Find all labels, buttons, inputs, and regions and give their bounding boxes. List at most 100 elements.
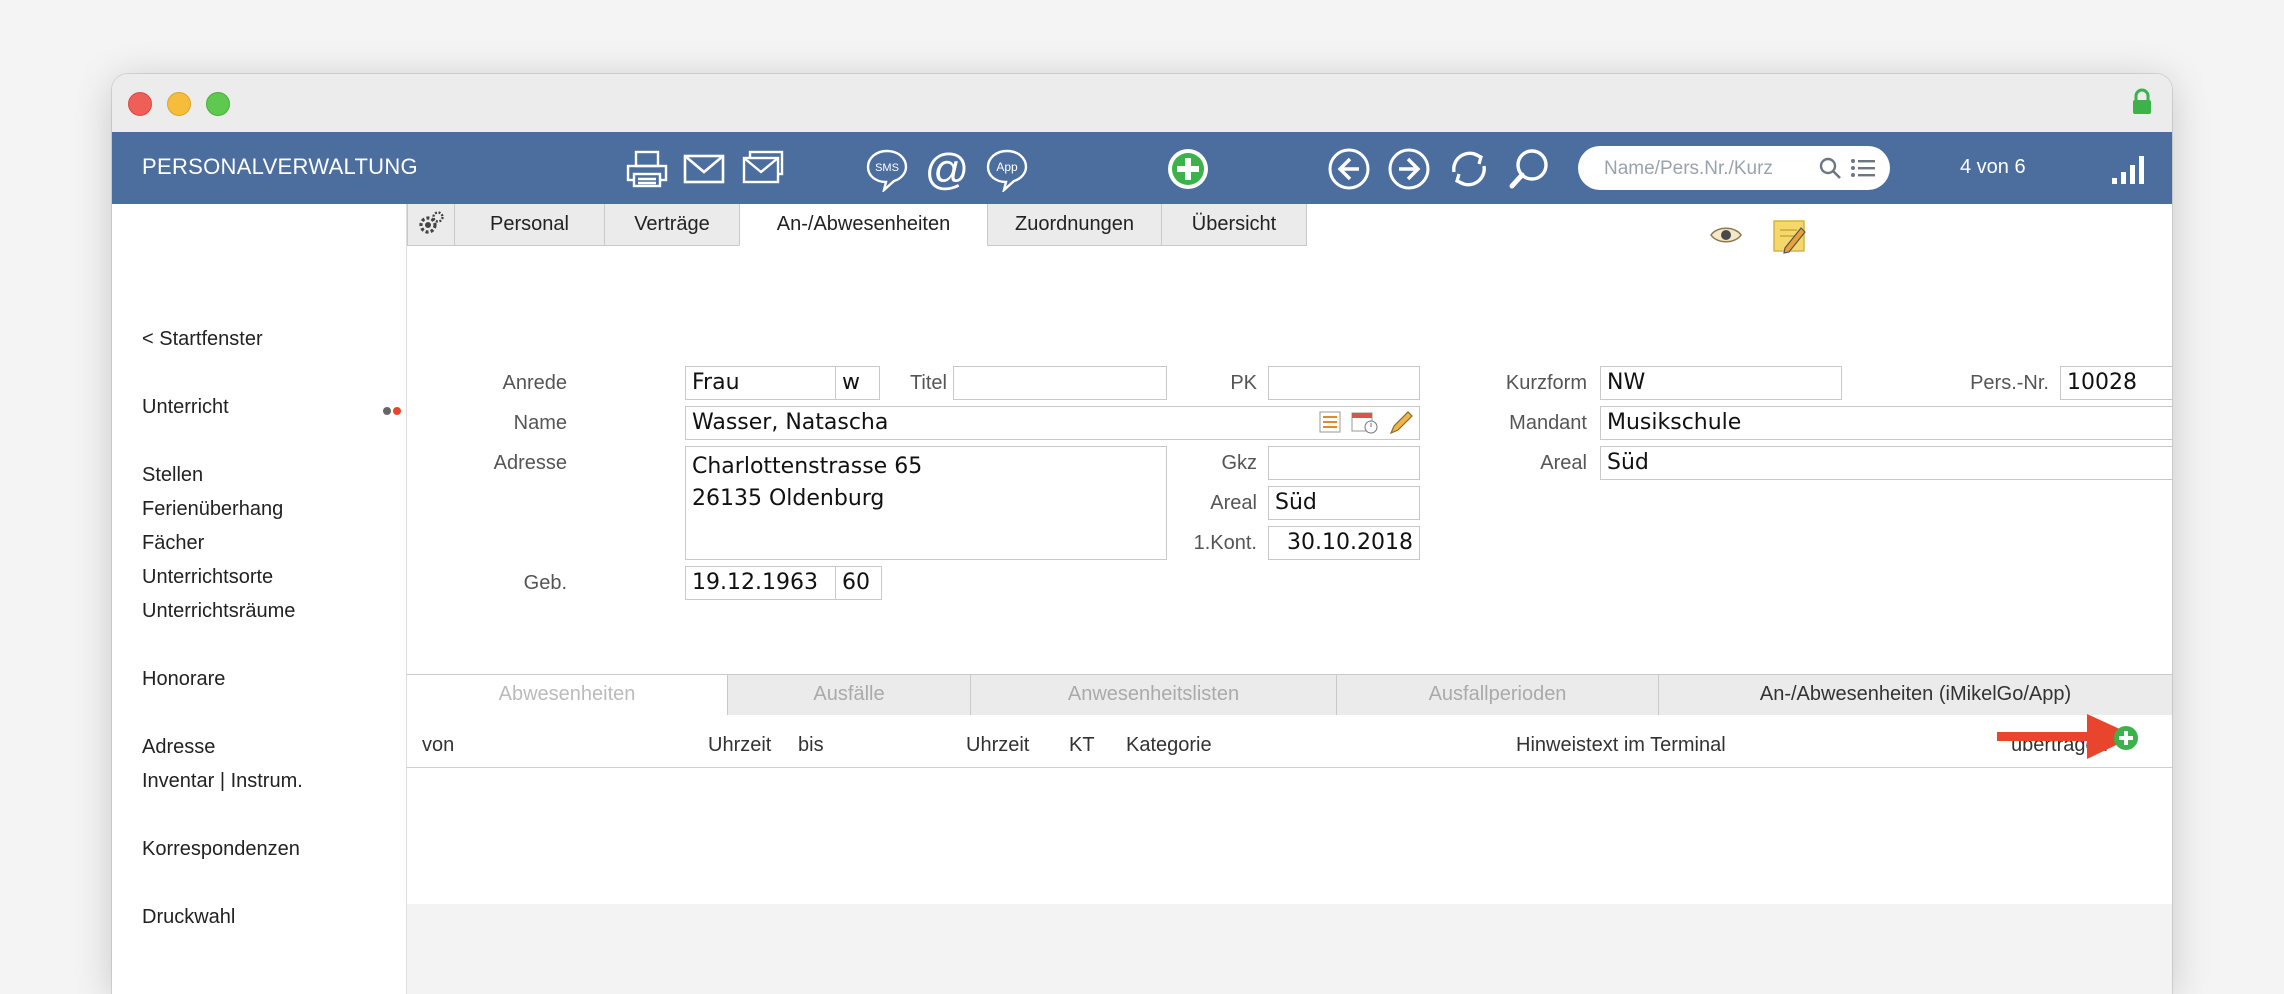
subtab-abwesenheiten[interactable]: Abwesenheiten [407, 675, 727, 715]
col-uhrzeit-von: Uhrzeit [708, 734, 772, 756]
col-uhrzeit-bis: Uhrzeit [966, 734, 1030, 756]
areal-right-field[interactable]: Süd [1600, 446, 2172, 480]
label-adresse: Adresse [493, 452, 567, 474]
list-detail-icon[interactable] [1317, 409, 1343, 435]
search-input[interactable] [1602, 154, 1806, 184]
arrow-left-icon[interactable] [1326, 146, 1372, 192]
name-value: Wasser, Natascha [692, 410, 889, 435]
subtab-bar: Abwesenheiten Ausfälle Anwesenheitsliste… [407, 674, 2172, 715]
age-field: 60 [835, 566, 882, 600]
app-title: PERSONALVERWALTUNG [142, 154, 418, 179]
sidebar-item-stellen[interactable]: Stellen [142, 464, 203, 487]
mandant-field[interactable]: Musikschule [1600, 406, 2172, 440]
col-kategorie: Kategorie [1126, 734, 1212, 756]
empty-list-area [407, 904, 2172, 994]
subtab-ausfaelle[interactable]: Ausfälle [727, 675, 970, 715]
geb-field[interactable]: 19.12.1963 [685, 566, 837, 600]
label-persnr: Pers.-Nr. [1970, 372, 2049, 394]
sidebar-item-unterrichtsorte[interactable]: Unterrichtsorte [142, 566, 273, 589]
note-edit-icon[interactable] [1771, 218, 1807, 254]
label-anrede: Anrede [502, 372, 568, 394]
label-kurzform: Kurzform [1505, 372, 1587, 394]
settings-tab[interactable] [407, 204, 455, 246]
sms-icon-label: SMS [875, 162, 899, 174]
sidebar: < Startfenster Unterricht Stellen Ferien… [112, 204, 407, 994]
anrede-field[interactable]: Frau [685, 366, 837, 400]
tab-an-abwesenheiten[interactable]: An-/Abwesenheiten [739, 204, 988, 246]
label-areal: Areal [1210, 492, 1257, 514]
address-line-1: Charlottenstrasse 65 [692, 454, 923, 479]
sidebar-item-honorare[interactable]: Honorare [142, 668, 225, 691]
header-divider [407, 767, 2172, 768]
pencil-icon[interactable] [1387, 409, 1415, 435]
sidebar-item-druckwahl[interactable]: Druckwahl [142, 906, 235, 929]
calendar-clock-icon[interactable] [1350, 409, 1380, 435]
sidebar-item-inventar[interactable]: Inventar | Instrum. [142, 770, 303, 793]
label-pk: PK [1230, 372, 1257, 394]
add-entry-icon[interactable] [2113, 725, 2139, 751]
address-line-2: 26135 Oldenburg [692, 486, 885, 511]
persnr-field[interactable]: 10028 [2060, 366, 2172, 400]
adresse-field[interactable]: Charlottenstrasse 65 26135 Oldenburg [685, 446, 1167, 560]
signal-icon [2112, 156, 2144, 184]
subtab-imikelgo-app[interactable]: An-/Abwesenheiten (iMikelGo/App) [1658, 675, 2172, 715]
pk-field[interactable] [1268, 366, 1420, 400]
mail-icon[interactable] [681, 146, 727, 192]
record-count: 4 von 6 [1960, 156, 2026, 178]
refresh-icon[interactable] [1446, 146, 1492, 192]
tab-zuordnungen[interactable]: Zuordnungen [987, 204, 1162, 246]
col-hinweistext: Hinweistext im Terminal [1516, 734, 1726, 756]
label-titel: Titel [909, 372, 947, 394]
printer-icon[interactable] [624, 146, 670, 192]
kont-field[interactable]: 30.10.2018 [1268, 526, 1420, 560]
indicator-dots-icon [383, 407, 401, 415]
titel-field[interactable] [953, 366, 1167, 400]
gkz-field[interactable] [1268, 446, 1420, 480]
col-bis: bis [798, 734, 824, 756]
app-icon[interactable]: App [984, 146, 1030, 192]
mail-multiple-icon[interactable] [740, 146, 786, 192]
gender-field[interactable]: w [835, 366, 880, 400]
sidebar-item-startfenster[interactable]: < Startfenster [142, 328, 263, 351]
name-field-tools [1317, 409, 1415, 439]
sms-icon[interactable]: SMS [864, 146, 910, 192]
maximize-window-button[interactable] [206, 92, 230, 116]
main-toolbar: PERSONALVERWALTUNG SMS @ App Name/Pers.N… [112, 132, 2172, 204]
areal-field[interactable]: Süd [1268, 486, 1420, 520]
sidebar-item-faecher[interactable]: Fächer [142, 532, 204, 555]
kurzform-field[interactable]: NW [1600, 366, 1842, 400]
subtab-anwesenheitslisten[interactable]: Anwesenheitslisten [970, 675, 1336, 715]
sidebar-item-unterricht[interactable]: Unterricht [142, 396, 229, 419]
sidebar-item-ferienueberhang[interactable]: Ferienüberhang [142, 498, 283, 521]
gear-icon [419, 211, 444, 234]
tab-uebersicht[interactable]: Übersicht [1161, 204, 1307, 246]
arrow-right-icon[interactable] [1386, 146, 1432, 192]
sidebar-item-adresse[interactable]: Adresse [142, 736, 215, 759]
sidebar-item-unterrichtsraeume[interactable]: Unterrichtsräume [142, 600, 295, 623]
lock-icon [2133, 88, 2151, 114]
tab-vertraege[interactable]: Verträge [604, 204, 740, 246]
search-icon[interactable] [1506, 146, 1552, 192]
add-icon[interactable] [1165, 146, 1211, 192]
list-icon[interactable] [1850, 157, 1876, 179]
app-window: PERSONALVERWALTUNG SMS @ App Name/Pers.N… [112, 74, 2172, 994]
main-content: Personal Verträge An-/Abwesenheiten Zuor… [407, 204, 2172, 994]
label-kont: 1.Kont. [1193, 532, 1257, 554]
search-icon[interactable] [1818, 156, 1842, 180]
label-mandant: Mandant [1509, 412, 1587, 434]
tab-personal[interactable]: Personal [454, 204, 605, 246]
close-window-button[interactable] [128, 92, 152, 116]
minimize-window-button[interactable] [167, 92, 191, 116]
subtab-ausfallperioden[interactable]: Ausfallperioden [1336, 675, 1658, 715]
name-field[interactable]: Wasser, Natascha [685, 406, 1420, 440]
sidebar-item-korrespondenzen[interactable]: Korrespondenzen [142, 838, 300, 861]
label-areal-right: Areal [1540, 452, 1587, 474]
label-gkz: Gkz [1221, 452, 1257, 474]
eye-icon[interactable] [1709, 224, 1743, 246]
col-von: von [422, 734, 455, 756]
search-box[interactable] [1578, 146, 1890, 190]
app-icon-label: App [996, 160, 1018, 174]
label-geb: Geb. [523, 572, 567, 594]
at-icon-label: @ [925, 146, 970, 192]
at-icon[interactable]: @ [924, 146, 970, 192]
